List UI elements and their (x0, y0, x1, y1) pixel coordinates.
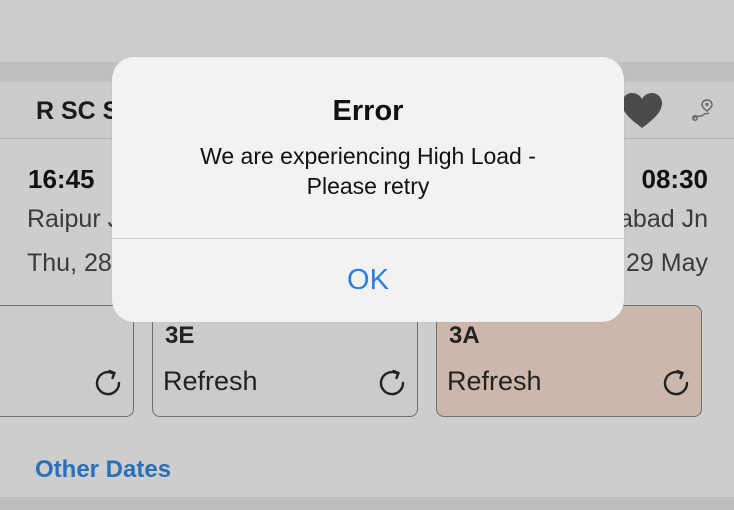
top-strip (0, 0, 734, 62)
refresh-icon[interactable] (659, 366, 693, 400)
refresh-label[interactable]: Refresh (447, 366, 542, 397)
class-code: 3E (165, 322, 195, 349)
ok-button[interactable]: OK (112, 239, 624, 322)
departure-time: 16:45 (28, 164, 95, 194)
arrival-date: 29 May (626, 249, 708, 277)
bottom-strip (0, 497, 734, 510)
alert-message-line-2: Please retry (306, 173, 430, 199)
alert-message: We are experiencing High Load - Please r… (132, 141, 604, 201)
arrival-station: abad Jn (619, 205, 708, 233)
train-name: R SC S (36, 97, 120, 125)
class-code: 3A (449, 322, 480, 349)
arrival-time: 08:30 (641, 164, 709, 194)
route-pin-icon[interactable] (690, 97, 716, 123)
departure-date: Thu, 28 (27, 249, 112, 277)
alert-message-line-1: We are experiencing High Load - (200, 143, 536, 169)
departure-station: Raipur J (27, 205, 121, 233)
refresh-icon[interactable] (375, 366, 409, 400)
heart-icon[interactable] (620, 92, 664, 130)
error-alert-dialog: Error We are experiencing High Load - Pl… (112, 57, 624, 322)
refresh-label[interactable]: Refresh (163, 366, 258, 397)
refresh-icon[interactable] (91, 366, 125, 400)
other-dates-link[interactable]: Other Dates (35, 456, 171, 484)
alert-title: Error (332, 95, 404, 127)
